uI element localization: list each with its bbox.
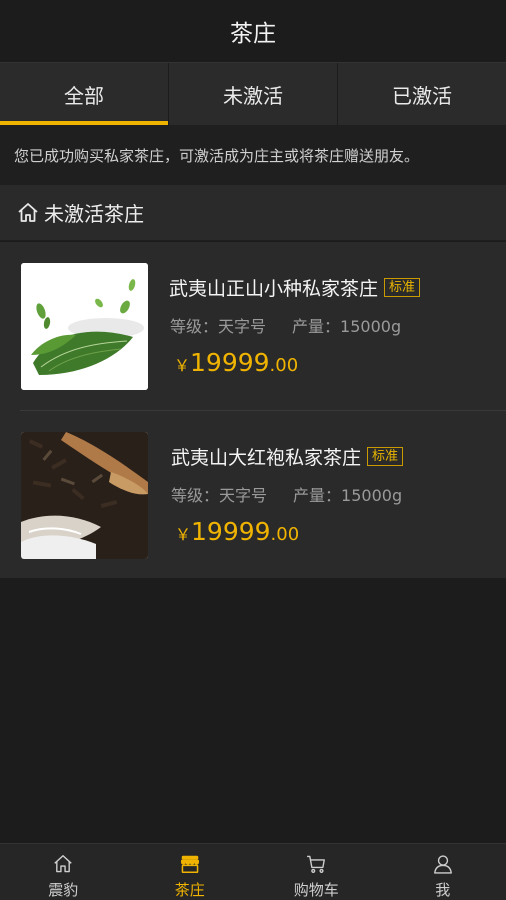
currency-symbol: ￥ xyxy=(175,525,192,544)
user-icon xyxy=(433,855,452,874)
item-title-text: 武夷山大红袍私家茶庄 xyxy=(171,447,362,469)
price-integer: 19999 xyxy=(191,517,271,546)
cart-icon xyxy=(307,855,326,873)
tabbar-estate[interactable]: 茶庄 xyxy=(127,844,254,900)
item-meta: 等级：天字号 产量：15000g xyxy=(170,313,401,337)
item-price: ￥19999.00 xyxy=(175,517,299,546)
output-label: 产量： xyxy=(292,317,341,336)
item-title: 武夷山正山小种私家茶庄 标准 xyxy=(169,274,421,301)
home-icon xyxy=(54,855,72,873)
bottom-tab-bar: 震豹 茶庄 购物车 我 xyxy=(0,843,506,900)
tab-inactive[interactable]: 未激活 xyxy=(169,63,338,125)
list-item[interactable]: 武夷山正山小种私家茶庄 标准 等级：天字号 产量：15000g ￥19999.00 xyxy=(0,242,506,410)
store-icon xyxy=(180,855,199,874)
output-label: 产量： xyxy=(293,486,342,505)
tab-activated[interactable]: 已激活 xyxy=(338,63,506,125)
product-image-dark-tea xyxy=(21,432,148,559)
grade-value: 天字号 xyxy=(218,317,267,336)
grade-label: 等级： xyxy=(170,317,219,336)
output-value: 15000g xyxy=(341,486,403,505)
output-value: 15000g xyxy=(340,317,402,336)
standard-badge: 标准 xyxy=(367,447,404,466)
filter-tabs: 全部 未激活 已激活 xyxy=(0,62,506,125)
item-title-text: 武夷山正山小种私家茶庄 xyxy=(169,278,379,300)
tabbar-cart[interactable]: 购物车 xyxy=(253,844,380,900)
price-decimal: .00 xyxy=(269,355,299,376)
tabbar-home-label: 震豹 xyxy=(48,881,79,899)
item-title: 武夷山大红袍私家茶庄 标准 xyxy=(171,443,404,470)
product-image-green-tea xyxy=(21,263,148,390)
purchase-notice: 您已成功购买私家茶庄，可激活成为庄主或将茶庄赠送朋友。 xyxy=(0,125,506,185)
tabbar-cart-label: 购物车 xyxy=(293,881,339,899)
page-title: 茶庄 xyxy=(230,21,276,47)
section-header: 未激活茶庄 xyxy=(0,185,506,241)
standard-badge: 标准 xyxy=(384,278,421,297)
item-price: ￥19999.00 xyxy=(174,348,298,377)
item-meta: 等级：天字号 产量：15000g xyxy=(171,482,402,506)
currency-symbol: ￥ xyxy=(174,356,191,375)
home-outline-icon xyxy=(18,202,38,222)
estate-list: 武夷山正山小种私家茶庄 标准 等级：天字号 产量：15000g ￥19999.00 xyxy=(0,242,506,578)
grade-label: 等级： xyxy=(171,486,220,505)
tabbar-estate-label: 茶庄 xyxy=(174,881,205,899)
price-integer: 19999 xyxy=(190,348,270,377)
section-title: 未激活茶庄 xyxy=(44,202,144,226)
tabbar-me[interactable]: 我 xyxy=(380,844,506,900)
tabbar-me-label: 我 xyxy=(435,881,451,899)
tabbar-home[interactable]: 震豹 xyxy=(0,844,127,900)
top-bar: 茶庄 xyxy=(0,0,506,62)
price-decimal: .00 xyxy=(270,524,300,545)
list-item[interactable]: 武夷山大红袍私家茶庄 标准 等级：天字号 产量：15000g ￥19999.00 xyxy=(20,410,506,578)
tab-all[interactable]: 全部 xyxy=(0,63,169,125)
grade-value: 天字号 xyxy=(219,486,268,505)
